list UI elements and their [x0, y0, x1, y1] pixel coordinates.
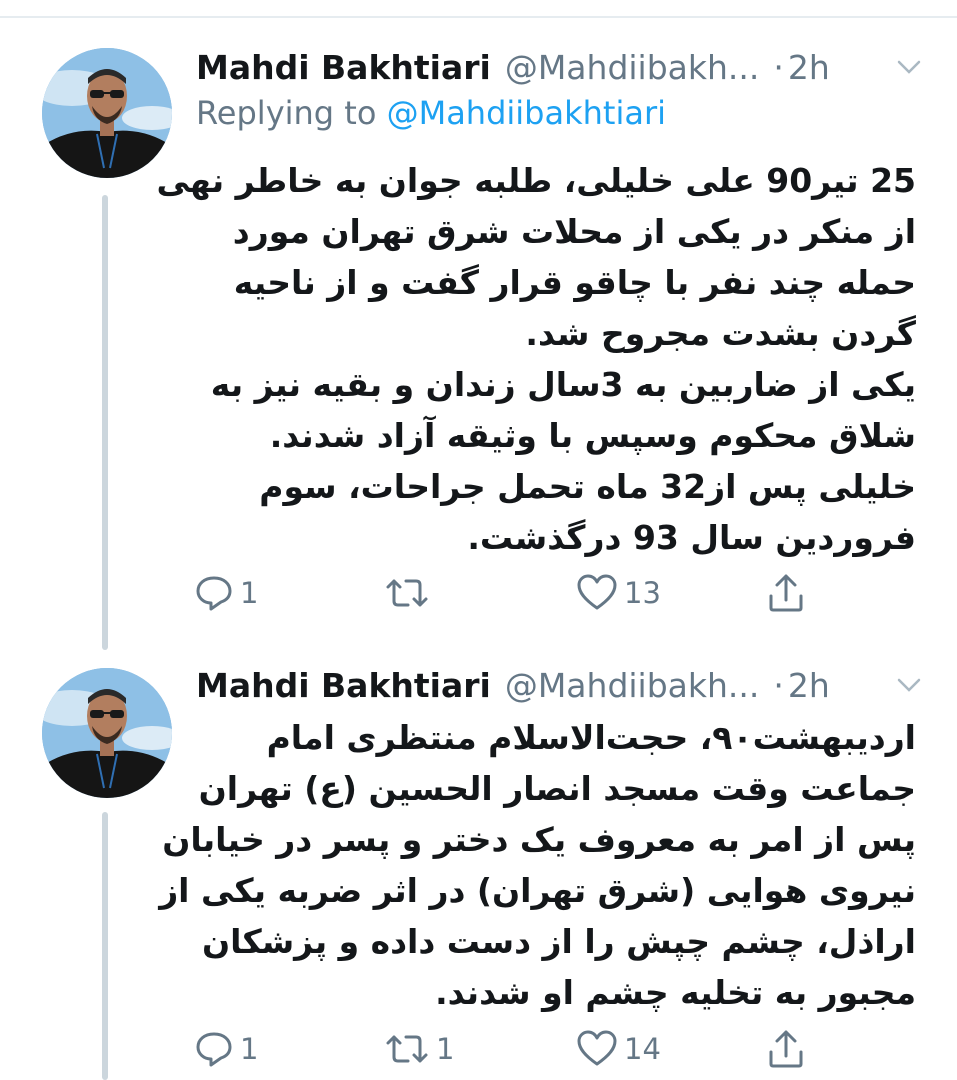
- tweet-actions: 1 13: [190, 568, 830, 618]
- share-button[interactable]: [766, 1024, 806, 1074]
- replying-prefix: Replying to: [196, 94, 377, 132]
- reply-count: 1: [240, 576, 259, 610]
- share-icon: [766, 572, 806, 614]
- heart-icon: [576, 573, 618, 613]
- tweet-text-line: شلاق محکوم وسپس با وثیقه آزاد شدند.: [269, 416, 916, 455]
- chevron-down-icon[interactable]: [896, 56, 922, 82]
- avatar-photo-icon: [42, 48, 172, 178]
- tweet-text-line: نیروی هوایی (شرق تهران) در اثر ضربه یکی …: [159, 871, 916, 910]
- tweet-text-line: حمله چند نفر با چاقو قرار گفت و از ناحیه: [233, 263, 916, 302]
- heart-icon: [576, 1029, 618, 1069]
- reply-icon: [194, 573, 234, 613]
- like-button[interactable]: 14: [576, 1024, 661, 1074]
- share-button[interactable]: [766, 568, 806, 618]
- tweet-text-line: اراذل، چشم چپش را از دست داده و پزشکان: [201, 922, 916, 961]
- author-handle[interactable]: @Mahdiibakh...: [505, 48, 760, 87]
- tweet-text-line: گردن بشدت مجروح شد.: [525, 314, 916, 353]
- tweet-header: Mahdi Bakhtiari @Mahdiibakh... · 2h: [196, 42, 926, 92]
- replying-mention-link[interactable]: @Mahdiibakhtiari: [387, 94, 666, 132]
- top-divider: [0, 16, 957, 18]
- like-count: 13: [624, 576, 661, 610]
- tweet-actions: 1 1 14: [190, 1024, 830, 1074]
- separator-dot: ·: [773, 665, 784, 705]
- tweet-text-line: مجبور به تخلیه چشم او شدند.: [435, 973, 916, 1012]
- retweet-icon: [384, 1029, 430, 1069]
- author-name[interactable]: Mahdi Bakhtiari: [196, 48, 491, 87]
- retweet-button[interactable]: [384, 568, 436, 618]
- tweet-header: Mahdi Bakhtiari @Mahdiibakh... · 2h: [196, 660, 926, 710]
- tweet-text-line: پس از امر به معروف یک دختر و پسر در خیاب…: [162, 820, 916, 859]
- like-button[interactable]: 13: [576, 568, 661, 618]
- avatar-photo-icon: [42, 668, 172, 798]
- retweet-count: 1: [436, 1032, 455, 1066]
- avatar[interactable]: [42, 48, 172, 178]
- separator-dot: ·: [773, 47, 784, 87]
- chevron-down-icon[interactable]: [896, 674, 922, 700]
- reply-button[interactable]: 1: [194, 1024, 258, 1074]
- retweet-icon: [384, 573, 430, 613]
- tweet-text-line: خلیلی پس از32 ماه تحمل جراحات، سوم: [259, 467, 916, 506]
- tweet-text-line: یکی از ضاربین به 3سال زندان و بقیه نیز ب…: [210, 365, 916, 404]
- timestamp[interactable]: 2h: [788, 666, 830, 705]
- reply-count: 1: [240, 1032, 259, 1066]
- replying-to: Replying to @Mahdiibakhtiari: [196, 94, 666, 132]
- thread-line: [102, 812, 108, 1080]
- retweet-button[interactable]: 1: [384, 1024, 454, 1074]
- tweet-text: اردیبهشت۹۰، حجت‌الاسلام منتظری امام جماع…: [159, 712, 916, 1018]
- like-count: 14: [624, 1032, 661, 1066]
- tweet-text-line: از منکر در یکی از محلات شرق تهران مورد: [232, 212, 916, 251]
- share-icon: [766, 1028, 806, 1070]
- tweet-text-line: 25 تیر90 علی خلیلی، طلبه جوان به خاطر نه…: [156, 161, 916, 200]
- reply-icon: [194, 1029, 234, 1069]
- tweet-text-line: فروردین سال 93 درگذشت.: [467, 518, 916, 557]
- tweet-text-line: اردیبهشت۹۰، حجت‌الاسلام منتظری امام: [266, 718, 916, 757]
- thread-line: [102, 195, 108, 650]
- avatar[interactable]: [42, 668, 172, 798]
- author-name[interactable]: Mahdi Bakhtiari: [196, 666, 491, 705]
- tweet-text: 25 تیر90 علی خلیلی، طلبه جوان به خاطر نه…: [156, 155, 916, 563]
- timestamp[interactable]: 2h: [788, 48, 830, 87]
- reply-button[interactable]: 1: [194, 568, 258, 618]
- author-handle[interactable]: @Mahdiibakh...: [505, 666, 760, 705]
- tweet-text-line: جماعت وقت مسجد انصار الحسین (ع) تهران: [198, 769, 916, 808]
